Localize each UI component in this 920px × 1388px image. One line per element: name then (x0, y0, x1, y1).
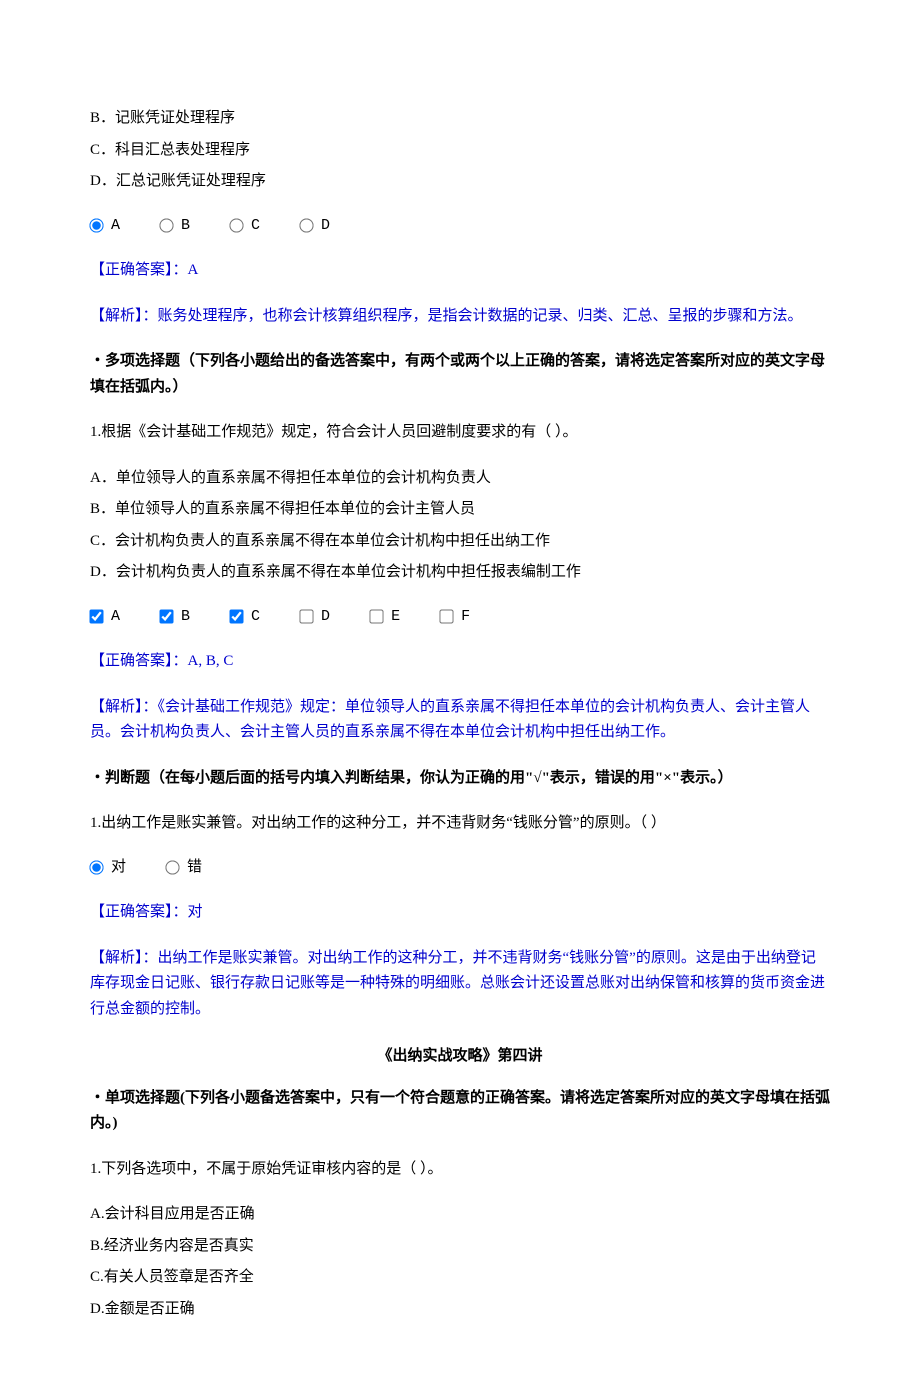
mcq-q1-opt-b: B．单位领导人的直系亲属不得担任本单位的会计主管人员 (90, 497, 830, 523)
prev-option-b: B．记账凭证处理程序 (90, 106, 830, 132)
prev-radio-group: A B C D (90, 213, 830, 239)
check-f-label: F (461, 604, 470, 630)
prev-explanation: 【解析】：账务处理程序，也称会计核算组织程序，是指会计数据的记录、归类、汇总、呈… (90, 304, 830, 330)
prev-option-d: D．汇总记账凭证处理程序 (90, 169, 830, 195)
check-e-input[interactable] (369, 609, 383, 623)
tf-radio-false[interactable]: 错 (166, 855, 202, 881)
check-e-label: E (391, 604, 400, 630)
check-b-input[interactable] (159, 609, 173, 623)
check-f-input[interactable] (439, 609, 453, 623)
tf-heading: ・判断题（在每小题后面的括号内填入判断结果，你认为正确的用"√"表示，错误的用"… (90, 766, 830, 792)
tf-expl-text: 出纳工作是账实兼管。对出纳工作的这种分工，并不违背财务“钱账分管”的原则。这是由… (90, 950, 825, 1017)
mcq-check-a[interactable]: A (90, 604, 120, 630)
check-d-label: D (321, 604, 330, 630)
radio-b-input[interactable] (159, 218, 173, 232)
ch4-q1-opt-d: D.金额是否正确 (90, 1297, 830, 1323)
radio-b-label: B (181, 213, 190, 239)
prev-radio-b[interactable]: B (160, 213, 190, 239)
tf-answer-label: 【正确答案】： (90, 904, 188, 920)
radio-a-label: A (111, 213, 120, 239)
mcq-answer: 【正确答案】：A, B, C (90, 649, 830, 675)
prev-radio-d[interactable]: D (300, 213, 330, 239)
tf-false-input[interactable] (165, 860, 179, 874)
mcq-check-d[interactable]: D (300, 604, 330, 630)
mcq-check-c[interactable]: C (230, 604, 260, 630)
prev-answer: 【正确答案】：A (90, 258, 830, 284)
answer-label: 【正确答案】： (90, 262, 188, 278)
mcq-q1-stem: 1.根据《会计基础工作规范》规定，符合会计人员回避制度要求的有（ ）。 (90, 420, 830, 446)
ch4-q1-opt-c: C.有关人员签章是否齐全 (90, 1265, 830, 1291)
tf-radio-group: 对 错 (90, 855, 830, 881)
mcq-check-b[interactable]: B (160, 604, 190, 630)
check-c-input[interactable] (229, 609, 243, 623)
prev-radio-a[interactable]: A (90, 213, 120, 239)
tf-answer: 【正确答案】：对 (90, 900, 830, 926)
mcq-check-e[interactable]: E (370, 604, 400, 630)
mcq-heading: ・多项选择题（下列各小题给出的备选答案中，有两个或两个以上正确的答案，请将选定答… (90, 349, 830, 400)
prev-option-c: C．科目汇总表处理程序 (90, 138, 830, 164)
tf-q1-stem: 1.出纳工作是账实兼管。对出纳工作的这种分工，并不违背财务“钱账分管”的原则。（… (90, 811, 830, 837)
mcq-answer-label: 【正确答案】： (90, 653, 188, 669)
tf-true-label: 对 (111, 855, 126, 881)
ch4-q1-opt-b: B.经济业务内容是否真实 (90, 1234, 830, 1260)
answer-val: A (188, 262, 199, 278)
mcq-explanation: 【解析】：《会计基础工作规范》规定：单位领导人的直系亲属不得担任本单位的会计机构… (90, 695, 830, 746)
ch4-q1-opt-a: A.会计科目应用是否正确 (90, 1202, 830, 1228)
radio-c-label: C (251, 213, 260, 239)
mcq-q1-opt-c: C．会计机构负责人的直系亲属不得在本单位会计机构中担任出纳工作 (90, 529, 830, 555)
radio-c-input[interactable] (229, 218, 243, 232)
expl-text: 账务处理程序，也称会计核算组织程序，是指会计数据的记录、归类、汇总、呈报的步骤和… (158, 308, 803, 324)
check-c-label: C (251, 604, 260, 630)
radio-d-input[interactable] (299, 218, 313, 232)
radio-a-input[interactable] (89, 218, 103, 232)
prev-radio-c[interactable]: C (230, 213, 260, 239)
mcq-check-f[interactable]: F (440, 604, 470, 630)
check-a-label: A (111, 604, 120, 630)
tf-false-label: 错 (187, 855, 202, 881)
check-b-label: B (181, 604, 190, 630)
ch4-q1-stem: 1.下列各选项中，不属于原始凭证审核内容的是（ ）。 (90, 1157, 830, 1183)
ch4-scq-heading: ・单项选择题(下列各小题备选答案中，只有一个符合题意的正确答案。请将选定答案所对… (90, 1086, 830, 1137)
mcq-expl-text: 《会计基础工作规范》规定：单位领导人的直系亲属不得担任本单位的会计机构负责人、会… (90, 699, 810, 741)
tf-radio-true[interactable]: 对 (90, 855, 126, 881)
mcq-q1-opt-a: A．单位领导人的直系亲属不得担任本单位的会计机构负责人 (90, 466, 830, 492)
radio-d-label: D (321, 213, 330, 239)
tf-explanation: 【解析】：出纳工作是账实兼管。对出纳工作的这种分工，并不违背财务“钱账分管”的原… (90, 946, 830, 1023)
mcq-checkbox-group: A B C D E F (90, 604, 830, 630)
tf-expl-label: 【解析】： (90, 950, 158, 966)
check-a-input[interactable] (89, 609, 103, 623)
check-d-input[interactable] (299, 609, 313, 623)
mcq-expl-label: 【解析】： (90, 699, 158, 715)
tf-true-input[interactable] (89, 860, 103, 874)
mcq-answer-val: A, B, C (188, 653, 234, 669)
expl-label: 【解析】： (90, 308, 158, 324)
ch4-title: 《出纳实战攻略》第四讲 (90, 1044, 830, 1070)
mcq-q1-opt-d: D．会计机构负责人的直系亲属不得在本单位会计机构中担任报表编制工作 (90, 560, 830, 586)
tf-answer-val: 对 (188, 904, 203, 920)
